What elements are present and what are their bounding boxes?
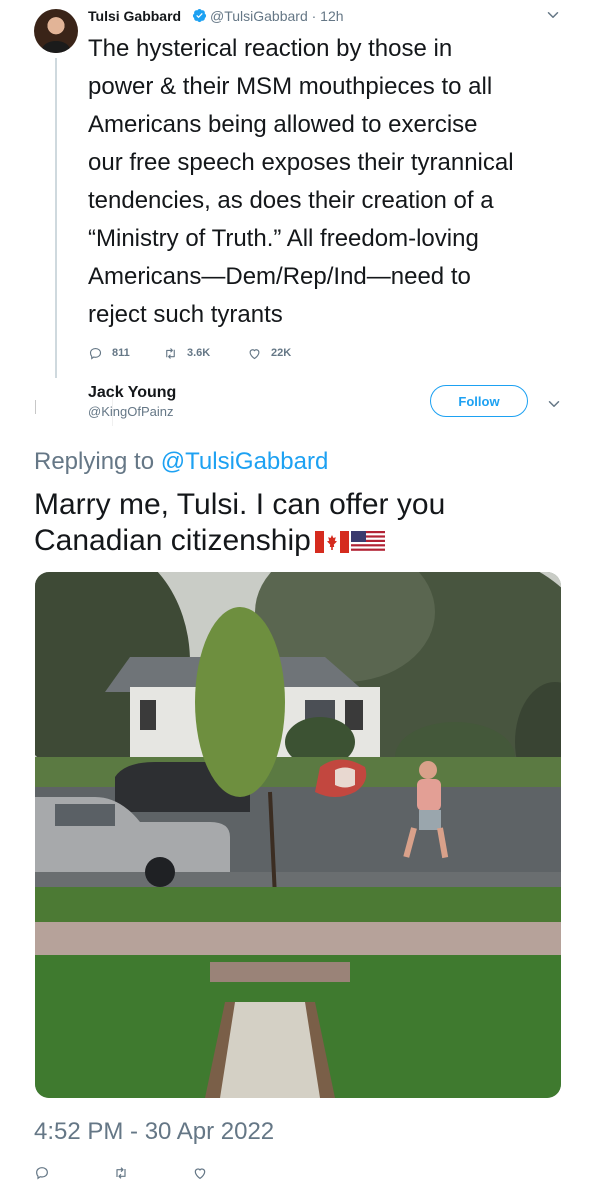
retweet-icon[interactable] [113,1165,129,1181]
retweet-icon [166,347,175,359]
author-name[interactable]: Tulsi Gabbard [88,8,181,24]
reply-count: 811 [112,347,130,359]
follow-button[interactable]: Follow [430,385,528,417]
retweet-button[interactable]: 3.6K [163,346,247,361]
replying-to: Replying to @TulsiGabbard [34,448,328,476]
replying-to-label: Replying to [34,448,161,475]
media-image [35,572,561,1098]
chevron-down-icon[interactable] [544,6,562,24]
reply-author-handle[interactable]: @KingOfPainz [88,404,173,419]
author-handle[interactable]: @TulsiGabbard · 12h [210,8,344,24]
like-count: 22K [271,347,292,359]
reply-text-block: Marry me, Tulsi. I can offer you Canadia… [34,487,574,559]
tweet-media[interactable] [35,572,561,1098]
reply-button[interactable]: 811 [88,346,163,361]
author-avatar[interactable] [34,9,78,53]
like-icon[interactable] [192,1165,208,1181]
tweet-text: The hysterical reaction by those in powe… [88,35,514,328]
canada-flag-icon [314,531,349,553]
reply-actions [34,1165,271,1181]
us-flag-icon [350,531,385,553]
reply-author-avatar[interactable] [34,386,113,432]
chevron-down-icon[interactable] [545,395,563,413]
replying-to-mention[interactable]: @TulsiGabbard [161,448,329,475]
retweet-count: 3.6K [187,347,211,359]
like-button[interactable]: 22K [247,346,291,361]
like-icon [249,348,260,359]
reply-author-name[interactable]: Jack Young [88,384,176,402]
reply-icon[interactable] [34,1165,50,1181]
verified-icon [192,8,207,23]
thread-line [55,58,57,378]
tweet-actions: 811 3.6K 22K [88,343,291,363]
tweet-timestamp[interactable]: 4:52 PM - 30 Apr 2022 [34,1118,274,1146]
reply-icon [89,347,102,360]
